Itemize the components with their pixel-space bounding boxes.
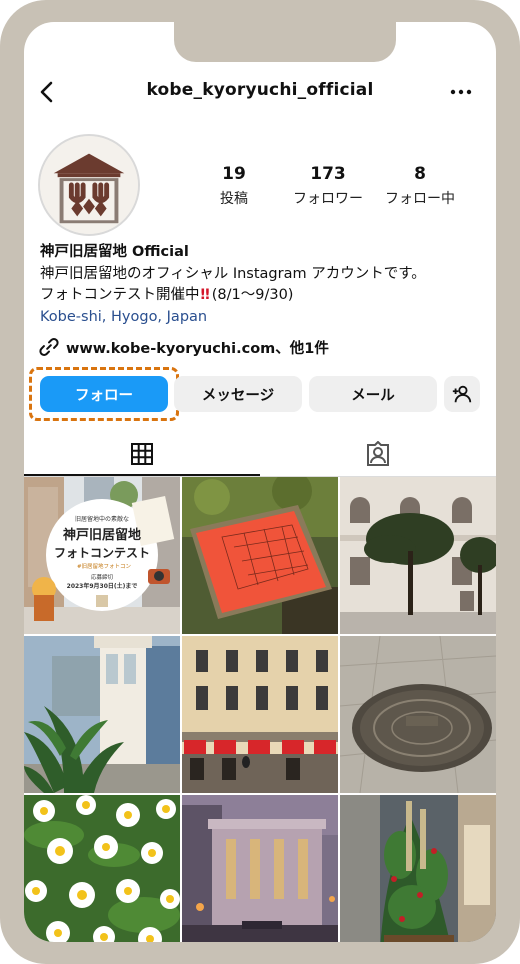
phone-notch bbox=[174, 22, 396, 62]
follow-highlight-frame bbox=[29, 367, 179, 421]
post-palm-kiosk[interactable] bbox=[24, 636, 180, 793]
poster-tag: #旧居留地フォトコン bbox=[77, 562, 132, 570]
poster-deadline: 2023年9月30日(土)まで bbox=[67, 582, 138, 590]
stat-posts-label: 投稿 bbox=[220, 191, 248, 207]
stat-followers-label: フォロワー bbox=[293, 191, 363, 207]
manhole-image bbox=[340, 636, 496, 793]
photo-contest-poster-image: 旧居留地中の素敵な 神戸旧居留地 フォトコンテスト #旧居留地フォトコン 応募締… bbox=[24, 477, 180, 634]
poster-title-2: フォトコンテスト bbox=[54, 546, 150, 560]
night-building-image bbox=[182, 795, 338, 942]
stat-following[interactable]: 8 フォロー中 bbox=[372, 164, 468, 208]
building-trees-image bbox=[340, 477, 496, 634]
bio-line-2-text: フォトコンテスト開催中 bbox=[40, 287, 200, 303]
post-map-plaque[interactable] bbox=[182, 477, 338, 634]
mail-button[interactable]: メール bbox=[309, 376, 437, 412]
bio-line-2-dates: (8/1～9/30) bbox=[211, 287, 294, 303]
profile-display-name: 神戸旧居留地 Official bbox=[40, 244, 189, 260]
profile-avatar[interactable] bbox=[38, 134, 140, 236]
top-bar: kobe_kyoryuchi_official bbox=[24, 74, 496, 110]
profile-bio: 神戸旧居留地 Official 神戸旧居留地のオフィシャル Instagram … bbox=[40, 242, 490, 328]
profile-username: kobe_kyoryuchi_official bbox=[146, 80, 374, 100]
add-person-icon bbox=[452, 385, 472, 403]
message-button[interactable]: メッセージ bbox=[174, 376, 302, 412]
stat-followers-value: 173 bbox=[310, 164, 346, 184]
post-manhole[interactable] bbox=[340, 636, 496, 793]
post-photo-contest[interactable]: 旧居留地中の素敵な 神戸旧居留地 フォトコンテスト #旧居留地フォトコン 応募締… bbox=[24, 477, 180, 634]
posts-grid: 旧居留地中の素敵な 神戸旧居留地 フォトコンテスト #旧居留地フォトコン 応募締… bbox=[24, 477, 496, 942]
add-person-button[interactable] bbox=[444, 376, 480, 412]
double-exclamation-icon: !! bbox=[199, 287, 211, 303]
post-building-trees[interactable] bbox=[340, 477, 496, 634]
kadomatsu-image bbox=[340, 795, 496, 942]
profile-location[interactable]: Kobe-shi, Hyogo, Japan bbox=[40, 307, 490, 329]
grid-icon bbox=[131, 443, 153, 465]
profile-tabs bbox=[24, 432, 496, 477]
stat-posts-value: 19 bbox=[222, 164, 246, 184]
link-icon bbox=[39, 338, 59, 356]
stat-followers[interactable]: 173 フォロワー bbox=[280, 164, 376, 208]
street-awnings-image bbox=[182, 636, 338, 793]
bio-line-2: フォトコンテスト開催中!! (8/1～9/30) bbox=[40, 285, 490, 307]
website-text: www.kobe-kyoryuchi.com、他1件 bbox=[66, 340, 329, 357]
poster-deadline-label: 応募締切 bbox=[91, 573, 114, 581]
post-street-awnings[interactable] bbox=[182, 636, 338, 793]
daisies-image bbox=[24, 795, 180, 942]
palm-kiosk-image bbox=[24, 636, 180, 793]
tab-tagged[interactable] bbox=[260, 432, 496, 476]
stat-following-label: フォロー中 bbox=[385, 191, 455, 207]
post-daisies[interactable] bbox=[24, 795, 180, 942]
kyoryuchi-logo-icon bbox=[40, 136, 138, 234]
more-options-icon[interactable] bbox=[448, 80, 474, 104]
poster-caption: 旧居留地中の素敵な bbox=[75, 515, 129, 523]
bio-line-1: 神戸旧居留地のオフィシャル Instagram アカウントです。 bbox=[40, 265, 426, 282]
post-night-building[interactable] bbox=[182, 795, 338, 942]
stat-posts[interactable]: 19 投稿 bbox=[186, 164, 282, 208]
phone-screen: kobe_kyoryuchi_official 19 投稿 173 フォロワー … bbox=[24, 22, 496, 942]
post-kadomatsu[interactable] bbox=[340, 795, 496, 942]
tab-posts-grid[interactable] bbox=[24, 432, 260, 476]
tagged-person-icon bbox=[367, 441, 389, 466]
poster-title-1: 神戸旧居留地 bbox=[63, 527, 141, 543]
map-plaque-image bbox=[182, 477, 338, 634]
profile-website[interactable]: www.kobe-kyoryuchi.com、他1件 bbox=[38, 336, 329, 358]
stat-following-value: 8 bbox=[414, 164, 426, 184]
